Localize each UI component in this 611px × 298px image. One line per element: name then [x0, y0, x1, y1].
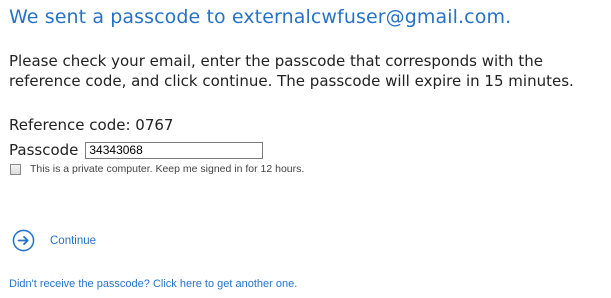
- resend-passcode-link[interactable]: Didn't receive the passcode? Click here …: [9, 278, 297, 290]
- passcode-row: Passcode: [9, 140, 264, 160]
- passcode-input[interactable]: [85, 141, 264, 159]
- keep-signed-in-label: This is a private computer. Keep me sign…: [30, 163, 305, 175]
- reference-code-text: Reference code: 0767: [9, 116, 174, 134]
- continue-label[interactable]: Continue: [50, 235, 96, 247]
- arrow-right-circle-icon[interactable]: [12, 229, 35, 252]
- passcode-label: Passcode: [9, 141, 79, 159]
- keep-signed-in-row: This is a private computer. Keep me sign…: [10, 161, 304, 177]
- continue-button[interactable]: Continue: [12, 229, 96, 252]
- page-title: We sent a passcode to externalcwfuser@gm…: [9, 6, 512, 28]
- keep-signed-in-checkbox[interactable]: [10, 163, 21, 175]
- instructions-text: Please check your email, enter the passc…: [9, 52, 574, 90]
